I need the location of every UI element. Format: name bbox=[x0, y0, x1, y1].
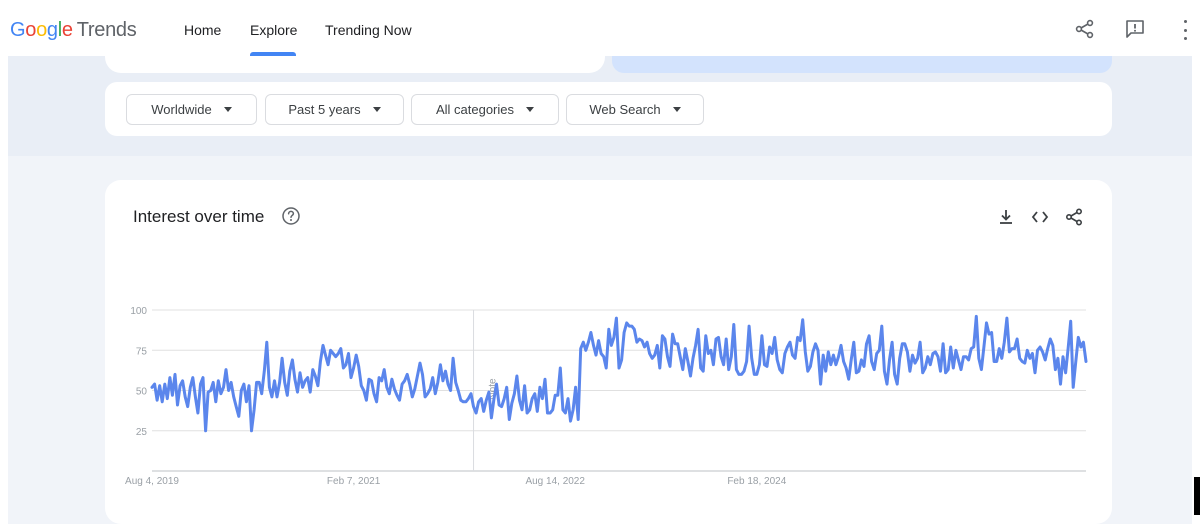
x-tick-label: Aug 4, 2019 bbox=[125, 476, 179, 487]
x-tick-label: Aug 14, 2022 bbox=[525, 476, 585, 487]
edge-artifact bbox=[1194, 477, 1200, 515]
y-tick-label: 50 bbox=[136, 387, 148, 398]
y-tick-label: 100 bbox=[130, 306, 147, 317]
x-tick-label: Feb 18, 2024 bbox=[727, 476, 786, 487]
y-tick-label: 25 bbox=[136, 427, 148, 438]
x-tick-label: Feb 7, 2021 bbox=[327, 476, 381, 487]
y-tick-label: 75 bbox=[136, 346, 148, 357]
interest-over-time-chart[interactable]: 25 50 75 100 Aug 4, 2019 Feb 7, 2021 Aug 14, 2… bbox=[0, 0, 1200, 524]
